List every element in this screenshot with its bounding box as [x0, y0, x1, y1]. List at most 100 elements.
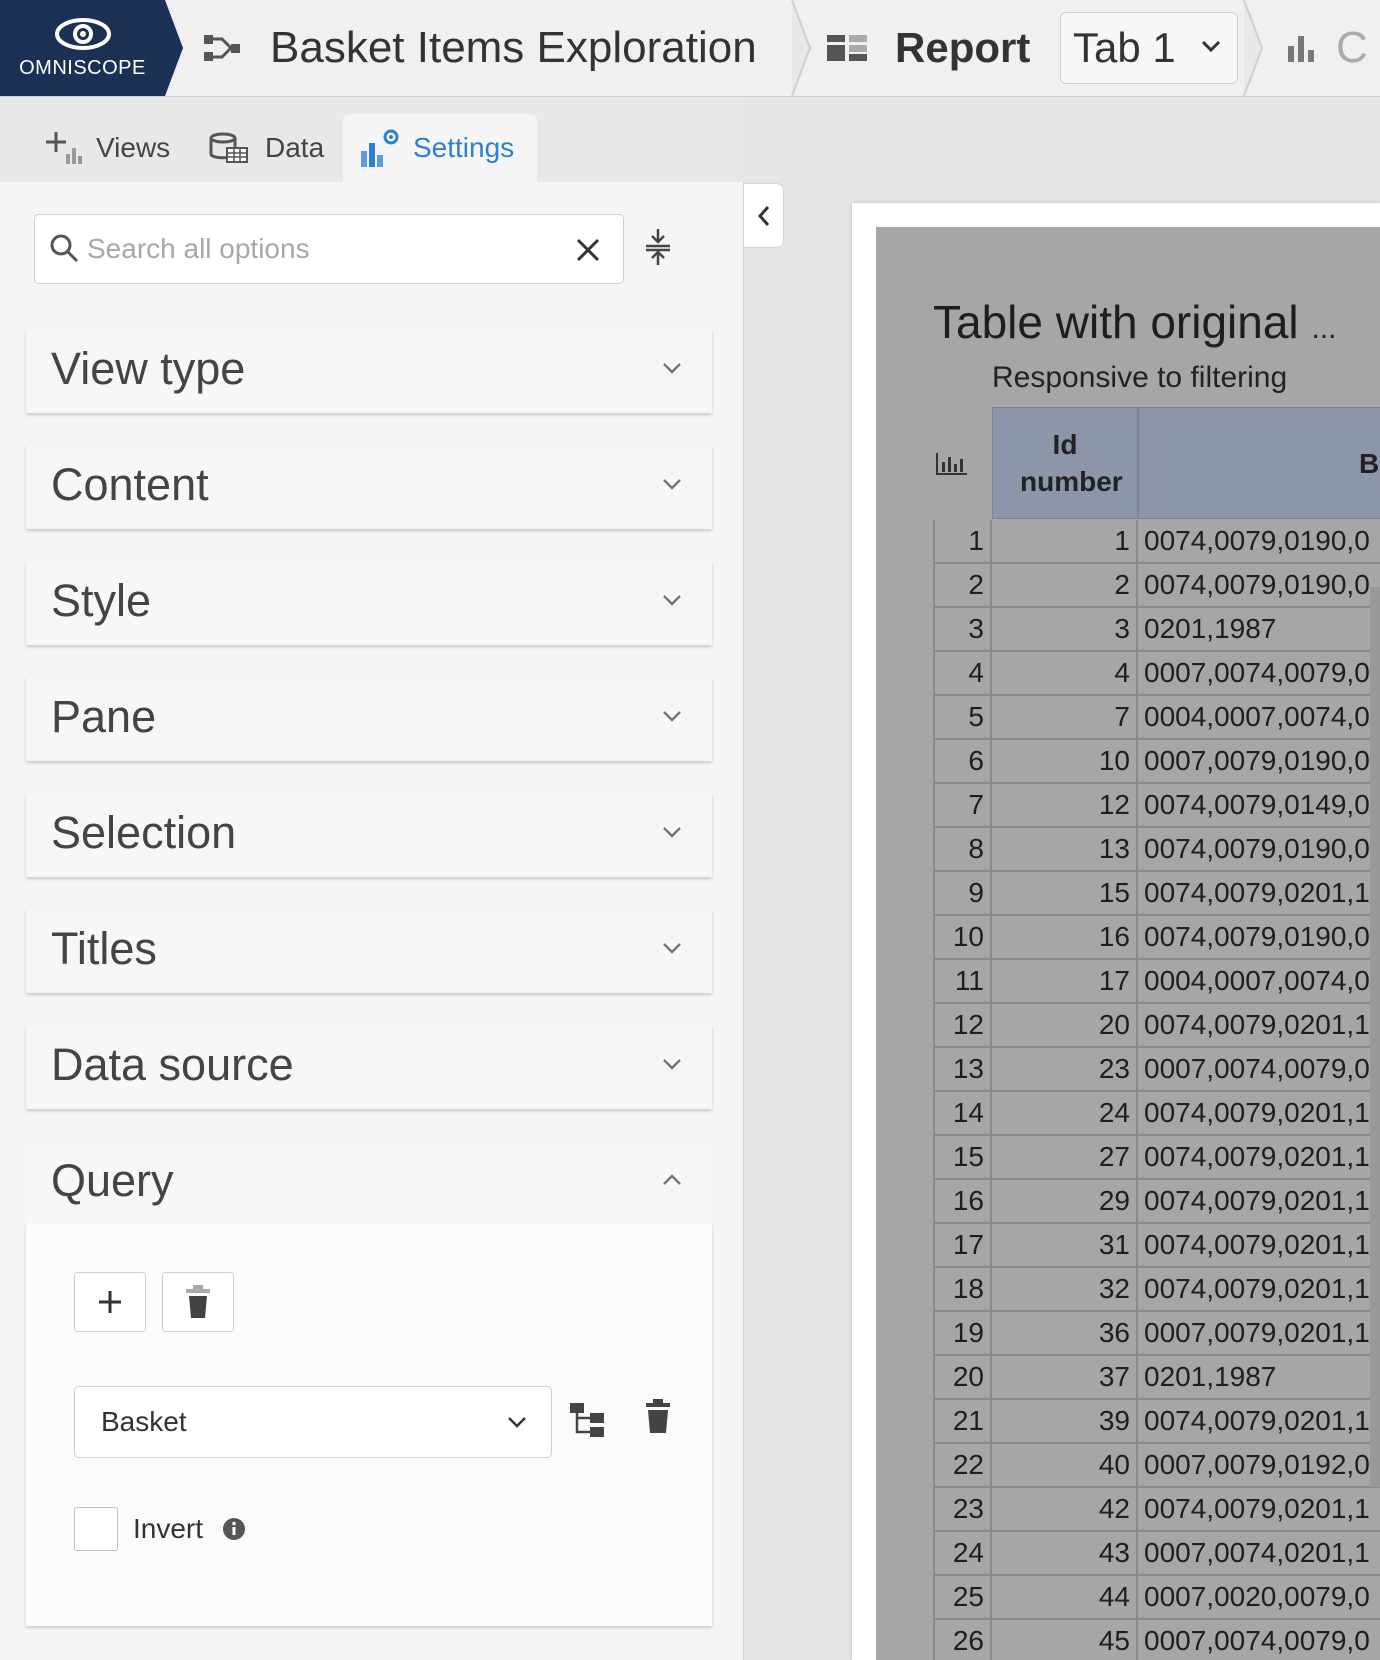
- table-row[interactable]: 8 13 0074,0079,0190,0: [933, 828, 1380, 872]
- basket-cell: 0074,0079,0201,1: [1138, 1268, 1380, 1312]
- chart-settings-icon: [361, 129, 399, 167]
- chevron-left-icon: [757, 205, 769, 226]
- section-data-source[interactable]: Data source: [26, 1025, 712, 1109]
- query-field-value: Basket: [101, 1406, 187, 1437]
- column-header-basket[interactable]: B: [1138, 407, 1380, 519]
- delete-all-filters-button[interactable]: [162, 1272, 234, 1332]
- id-number-cell: 7: [992, 696, 1138, 740]
- column-stats-icon[interactable]: [936, 452, 968, 476]
- report-page: Table with original ... Responsive to fi…: [852, 203, 1380, 1660]
- logo-text: OMNISCOPE: [19, 56, 146, 79]
- id-number-cell: 3: [992, 608, 1138, 652]
- query-field-select[interactable]: Basket: [74, 1386, 552, 1458]
- table-row[interactable]: 7 12 0074,0079,0149,0: [933, 784, 1380, 828]
- table-scrollbar[interactable]: [1370, 587, 1380, 1487]
- tab-data[interactable]: Data: [193, 114, 340, 182]
- row-index-cell: 9: [933, 872, 992, 916]
- report-breadcrumb[interactable]: Report: [827, 0, 1030, 96]
- table-row[interactable]: 22 40 0007,0079,0192,0: [933, 1444, 1380, 1488]
- table-row[interactable]: 21 39 0074,0079,0201,1: [933, 1400, 1380, 1444]
- table-row[interactable]: 6 10 0007,0079,0190,0: [933, 740, 1380, 784]
- basket-cell: 0074,0079,0201,1: [1138, 1488, 1380, 1532]
- omniscope-logo[interactable]: OMNISCOPE: [0, 0, 165, 96]
- info-icon[interactable]: [222, 1517, 246, 1541]
- column-header-id-number[interactable]: Id number: [992, 407, 1138, 519]
- table-row[interactable]: 9 15 0074,0079,0201,1: [933, 872, 1380, 916]
- row-index-cell: 1: [933, 520, 992, 564]
- id-number-cell: 40: [992, 1444, 1138, 1488]
- id-number-cell: 10: [992, 740, 1138, 784]
- project-breadcrumb[interactable]: Basket Items Exploration: [202, 0, 757, 96]
- table-row[interactable]: 24 43 0007,0074,0201,1: [933, 1532, 1380, 1576]
- view-title: Table with original ...: [933, 295, 1336, 349]
- table-row[interactable]: 13 23 0007,0074,0079,0: [933, 1048, 1380, 1092]
- basket-cell: 0074,0079,0201,1: [1138, 1136, 1380, 1180]
- table-row[interactable]: 23 42 0074,0079,0201,1: [933, 1488, 1380, 1532]
- table-row[interactable]: 20 37 0201,1987: [933, 1356, 1380, 1400]
- tab-views[interactable]: Views: [28, 114, 186, 182]
- column-header-label: B: [1359, 448, 1380, 479]
- table-row[interactable]: 4 4 0007,0074,0079,0: [933, 652, 1380, 696]
- row-index-cell: 26: [933, 1620, 992, 1660]
- table-row[interactable]: 2 2 0074,0079,0190,0: [933, 564, 1380, 608]
- table-row[interactable]: 14 24 0074,0079,0201,1: [933, 1092, 1380, 1136]
- row-index-cell: 14: [933, 1092, 992, 1136]
- section-label: Data source: [51, 1039, 294, 1090]
- table-row[interactable]: 3 3 0201,1987: [933, 608, 1380, 652]
- section-pane[interactable]: Pane: [26, 677, 712, 761]
- table-row[interactable]: 16 29 0074,0079,0201,1: [933, 1180, 1380, 1224]
- table-row[interactable]: 10 16 0074,0079,0190,0: [933, 916, 1380, 960]
- table-row[interactable]: 11 17 0004,0007,0074,0: [933, 960, 1380, 1004]
- id-number-cell: 20: [992, 1004, 1138, 1048]
- add-filter-button[interactable]: [74, 1272, 146, 1332]
- row-index-cell: 19: [933, 1312, 992, 1356]
- id-number-cell: 29: [992, 1180, 1138, 1224]
- table-row[interactable]: 17 31 0074,0079,0201,1: [933, 1224, 1380, 1268]
- tab-selector[interactable]: Tab 1: [1060, 12, 1238, 84]
- search-input[interactable]: [87, 229, 557, 269]
- basket-cell: 0074,0079,0201,1: [1138, 1224, 1380, 1268]
- row-index-cell: 6: [933, 740, 992, 784]
- section-titles[interactable]: Titles: [26, 909, 712, 993]
- section-query[interactable]: Query: [26, 1141, 712, 1225]
- close-icon[interactable]: [575, 237, 601, 263]
- basket-cell: 0074,0079,0201,1: [1138, 1180, 1380, 1224]
- section-content[interactable]: Content: [26, 445, 712, 529]
- basket-cell: 0007,0074,0201,1: [1138, 1532, 1380, 1576]
- table-row[interactable]: 5 7 0004,0007,0074,0: [933, 696, 1380, 740]
- id-number-cell: 1: [992, 520, 1138, 564]
- trash-icon[interactable]: [646, 1399, 670, 1433]
- basket-cell: 0004,0007,0074,0: [1138, 960, 1380, 1004]
- basket-cell: 0074,0079,0190,0: [1138, 828, 1380, 872]
- table-row[interactable]: 15 27 0074,0079,0201,1: [933, 1136, 1380, 1180]
- breadcrumb-separator: [1243, 0, 1264, 96]
- view-subtitle: Responsive to filtering: [992, 361, 1288, 394]
- table-view[interactable]: Table with original ... Responsive to fi…: [876, 227, 1380, 1660]
- tab-settings[interactable]: Settings: [343, 114, 537, 182]
- table-row[interactable]: 25 44 0007,0020,0079,0: [933, 1576, 1380, 1620]
- view-title-ellipsis: ...: [1311, 312, 1337, 345]
- row-index-cell: 12: [933, 1004, 992, 1048]
- collapse-panel-button[interactable]: [744, 183, 784, 248]
- section-label: Titles: [51, 923, 157, 974]
- report-layout-icon: [827, 35, 867, 61]
- table-row[interactable]: 18 32 0074,0079,0201,1: [933, 1268, 1380, 1312]
- id-number-cell: 36: [992, 1312, 1138, 1356]
- table-row[interactable]: 26 45 0007,0074,0079,0: [933, 1620, 1380, 1660]
- section-view-type[interactable]: View type: [26, 329, 712, 413]
- section-style[interactable]: Style: [26, 561, 712, 645]
- table-row[interactable]: 19 36 0007,0079,0201,1: [933, 1312, 1380, 1356]
- section-selection[interactable]: Selection: [26, 793, 712, 877]
- section-label: Content: [51, 459, 209, 510]
- collapse-all-icon[interactable]: [643, 227, 673, 267]
- row-index-cell: 2: [933, 564, 992, 608]
- next-breadcrumb[interactable]: C: [1286, 0, 1368, 96]
- section-label: Query: [51, 1155, 174, 1206]
- logo-arrow: [165, 0, 183, 96]
- id-number-cell: 27: [992, 1136, 1138, 1180]
- invert-checkbox[interactable]: [74, 1507, 118, 1551]
- hierarchy-icon[interactable]: [570, 1403, 606, 1437]
- chevron-down-icon: [663, 479, 681, 490]
- table-row[interactable]: 1 1 0074,0079,0190,0: [933, 520, 1380, 564]
- table-row[interactable]: 12 20 0074,0079,0201,1: [933, 1004, 1380, 1048]
